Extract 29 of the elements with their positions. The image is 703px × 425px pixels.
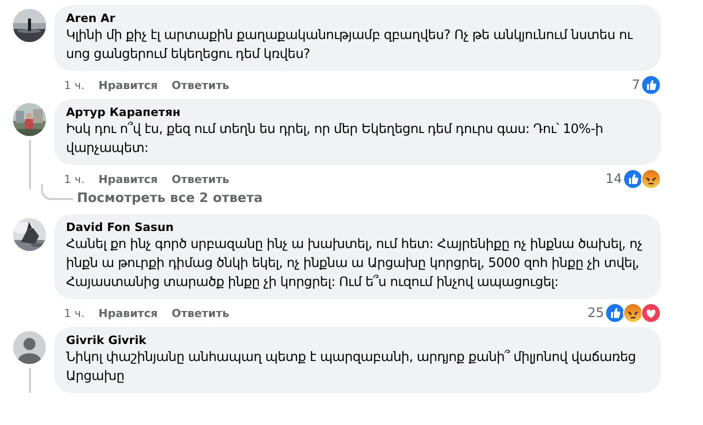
reply-link[interactable]: Ответить: [172, 306, 230, 320]
author-name[interactable]: Aren Ar: [66, 11, 116, 26]
thumbs-up-icon: [605, 303, 625, 323]
like-link[interactable]: Нравится: [98, 172, 158, 186]
author-name[interactable]: Givrik Givrik: [66, 333, 146, 348]
timestamp-link[interactable]: 1 ч.: [64, 78, 84, 92]
reaction-count[interactable]: 25: [587, 306, 604, 320]
author-name[interactable]: David Fon Sasun: [66, 220, 174, 235]
author-name[interactable]: Артур Карапетян: [66, 105, 180, 120]
angry-face-icon: [641, 169, 661, 189]
thumbs-up-icon: [641, 75, 661, 95]
angry-face-icon: [623, 303, 643, 323]
comment-text: Նիկոլ փաշինյանը անհապաղ պետք է պարզաբանի, արդյոք քանի՞ միլյոնով վաճառեց Արցախը: [66, 348, 637, 386]
view-replies-link[interactable]: Посмотреть все 2 ответа: [77, 191, 263, 206]
reply-link[interactable]: Ответить: [172, 172, 230, 186]
like-link[interactable]: Нравится: [98, 78, 158, 92]
reaction-count[interactable]: 14: [605, 172, 622, 186]
comment-text: Հանել քո ինչ գործ սրբազանը ինչ ա խախտել, ում հետ: Հայրենիքը ոչ ինքնա ծախել, ոչ ինքն ա թուրքի դիմաց ծնկի եկել, ոչ ինքնա ա Արցախը կորցրել, 5000 զոհ ինքը չի տվել, Հայաստանից տարածք ինքը չի կորցրել: Ում ե՞ս ուզում ինչով ապացուցել:: [66, 236, 644, 292]
thumbs-up-icon: [623, 169, 643, 189]
thread-line: [41, 184, 73, 200]
reply-link[interactable]: Ответить: [172, 78, 230, 92]
comment-text: Կլինի մի քիչ էլ արտաքին քաղաքականությամբ զբաղվես? Ոչ թե անկյունում նստես ու սոց ցանցերում եկեղեցու դեմ կռվես?: [66, 27, 634, 64]
timestamp-link[interactable]: 1 ч.: [64, 172, 84, 186]
timestamp-link[interactable]: 1 ч.: [64, 306, 84, 320]
like-link[interactable]: Нравится: [98, 306, 158, 320]
comment-text: Իսկ դու ո՞վ էս, քեզ ում տեղն ես դրել, որ մեր Եկեղեցու դեմ դուրս գաս: Դու՝ 10%-ի վարչապետ:: [66, 120, 604, 158]
avatar-icon: [13, 331, 46, 364]
reaction-count[interactable]: 7: [632, 78, 640, 92]
heart-icon: [641, 303, 661, 323]
